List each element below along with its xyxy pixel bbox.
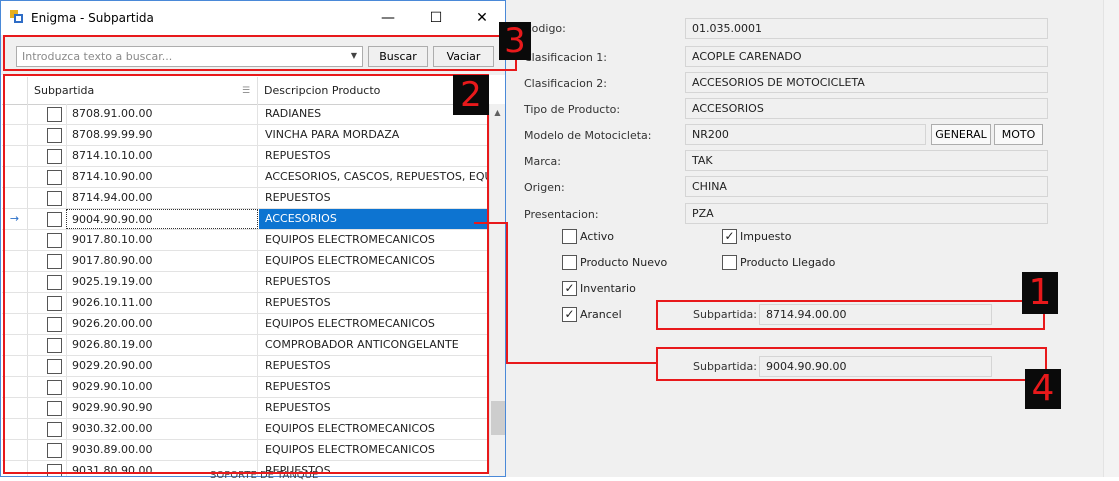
presentacion-field[interactable]: PZA <box>685 203 1048 224</box>
producto-llegado-label: Producto Llegado <box>740 256 836 269</box>
producto-nuevo-checkbox[interactable] <box>562 255 577 270</box>
arancel-checkbox[interactable]: ✓ <box>562 307 577 322</box>
inventario-checkbox[interactable]: ✓ <box>562 281 577 296</box>
annotation-box-4 <box>656 347 1047 381</box>
origen-label: Origen: <box>524 181 565 194</box>
form-scrollbar-edge <box>1103 0 1119 477</box>
presentacion-label: Presentacion: <box>524 208 599 221</box>
tipo-producto-label: Tipo de Producto: <box>524 103 621 116</box>
minimize-button[interactable]: — <box>365 1 411 35</box>
impuesto-label: Impuesto <box>740 230 792 243</box>
impuesto-checkbox[interactable]: ✓ <box>722 229 737 244</box>
connector-line-h2 <box>506 362 658 364</box>
general-button[interactable]: GENERAL <box>931 124 991 145</box>
annotation-label-4: 4 <box>1025 369 1061 409</box>
app-icon <box>10 10 24 24</box>
activo-checkbox[interactable] <box>562 229 577 244</box>
clasificacion2-label: Clasificacion 2: <box>524 77 607 90</box>
marca-field[interactable]: TAK <box>685 150 1048 171</box>
origen-field[interactable]: CHINA <box>685 176 1048 197</box>
inventario-label: Inventario <box>580 282 636 295</box>
annotation-label-3: 3 <box>499 22 531 60</box>
marca-label: Marca: <box>524 155 562 168</box>
moto-button[interactable]: MOTO <box>994 124 1043 145</box>
annotation-box-1 <box>656 300 1045 330</box>
annotation-box-2 <box>3 74 489 474</box>
activo-label: Activo <box>580 230 614 243</box>
clasificacion1-field[interactable]: ACOPLE CARENADO <box>685 46 1048 67</box>
producto-llegado-checkbox[interactable] <box>722 255 737 270</box>
connector-line-v <box>506 222 508 364</box>
clasificacion2-field[interactable]: ACCESORIOS DE MOTOCICLETA <box>685 72 1048 93</box>
grid-scrollbar[interactable]: ▲ <box>489 104 505 476</box>
clasificacion1-label: Clasificacion 1: <box>524 51 607 64</box>
modelo-field[interactable]: NR200 <box>685 124 926 145</box>
arancel-label: Arancel <box>580 308 622 321</box>
dialog-titlebar[interactable]: Enigma - Subpartida — ☐ ✕ <box>1 1 505 35</box>
annotation-label-1: 1 <box>1022 272 1058 314</box>
maximize-button[interactable]: ☐ <box>413 1 459 35</box>
modelo-label: Modelo de Motocicleta: <box>524 129 652 142</box>
scrollbar-thumb[interactable] <box>491 401 505 435</box>
tipo-producto-field[interactable]: ACCESORIOS <box>685 98 1048 119</box>
annotation-label-2: 2 <box>453 75 489 115</box>
scroll-up-arrow-icon[interactable]: ▲ <box>490 106 505 120</box>
producto-nuevo-label: Producto Nuevo <box>580 256 668 269</box>
annotation-box-3 <box>3 35 517 71</box>
dialog-title: Enigma - Subpartida <box>31 11 154 25</box>
codigo-field[interactable]: 01.035.0001 <box>685 18 1048 39</box>
connector-line-h1 <box>474 222 508 224</box>
